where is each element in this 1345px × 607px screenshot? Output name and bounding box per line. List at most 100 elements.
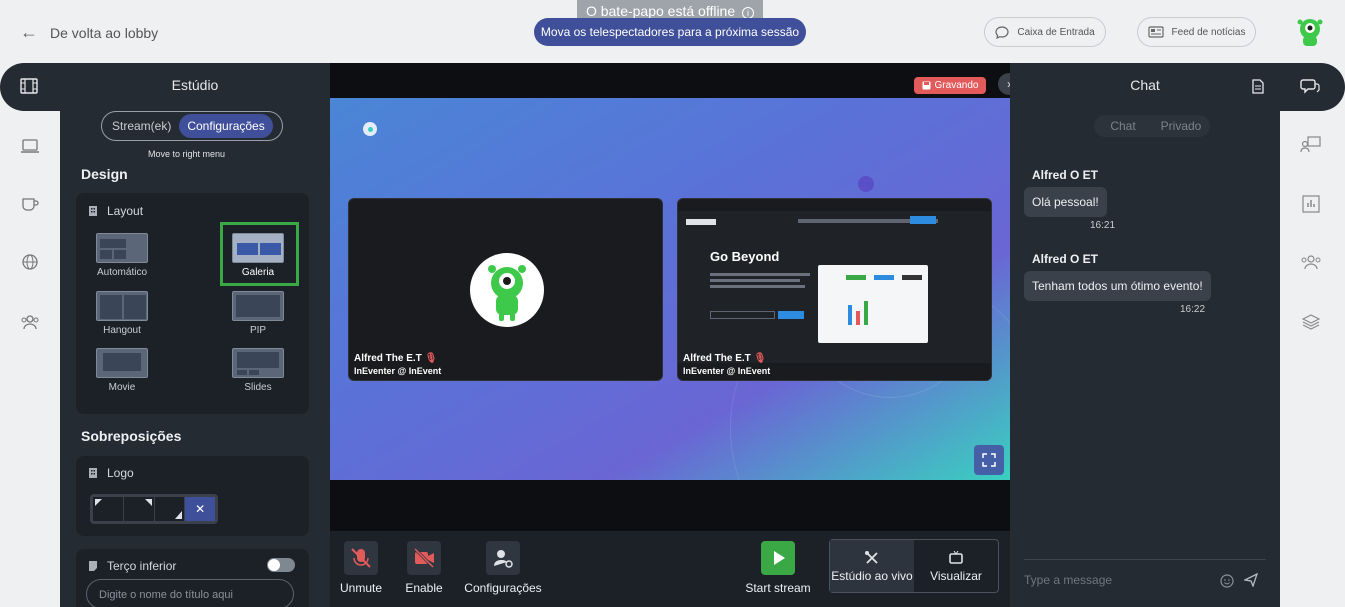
logo-none-button[interactable]: ✕ [185,497,215,521]
tab-settings[interactable]: Configurações [179,114,273,138]
chat-panel: Chat Privado Alfred O ET Olá pessoal! 16… [1010,111,1280,607]
layers-icon[interactable] [1302,313,1320,331]
news-label: Feed de notícias [1171,26,1246,38]
note-icon [89,561,97,571]
message-time: 16:21 [1090,220,1116,231]
tools-icon [865,551,878,564]
mic-muted-icon: 🎙 [424,353,438,364]
globe-icon[interactable] [20,253,40,271]
lower-third-title: Terço inferior [107,559,177,573]
participant-name: Alfred The E.T 🎙 [683,353,766,364]
send-icon[interactable] [1244,573,1258,587]
group-icon[interactable] [1300,253,1322,271]
participant-avatar [470,253,544,327]
move-to-right-menu-link[interactable]: Move to right menu [148,149,225,159]
participant-role: InEventer @ InEvent [354,366,442,376]
message-bubble: Tenham todos um ótimo evento! [1024,271,1211,301]
user-avatar[interactable] [1293,14,1327,48]
shared-screen-text [710,273,810,276]
layout-slides[interactable]: Slides [228,348,288,393]
building-icon [89,468,97,478]
building-icon [89,206,97,216]
preview-button[interactable]: Visualizar [914,540,998,592]
shared-screen-cta [910,216,936,224]
shared-screen-input [710,311,775,319]
chat-divider [1024,559,1266,560]
lower-third-toggle[interactable] [267,558,295,572]
chat-offline-banner: O bate-papo está offline i [577,0,763,20]
expand-icon [982,453,996,467]
settings-button[interactable]: Configurações [463,541,543,595]
message-bubble: Olá pessoal! [1024,187,1107,217]
layout-hangout-thumb [96,291,148,321]
enable-label: Enable [405,581,443,595]
back-to-lobby-link[interactable]: ← De volta ao lobby [20,22,158,43]
chat-message-input[interactable]: Type a message [1024,573,1112,587]
tab-chat[interactable]: Chat [1094,115,1152,137]
start-stream-button[interactable]: Start stream [744,541,812,595]
dash-bar [856,311,860,325]
layout-hangout-label: Hangout [103,325,141,336]
document-icon[interactable] [1252,79,1264,94]
inbox-button[interactable]: Caixa de Entrada [984,17,1106,47]
logo-bottom-right[interactable] [154,497,185,521]
presenter-icon[interactable] [1300,135,1322,153]
dash-card [846,275,866,280]
laptop-icon[interactable] [20,137,40,155]
move-viewers-button[interactable]: Mova os telespectadores para a próxima s… [534,18,806,46]
message-author: Alfred O ET [1032,168,1099,182]
preview-label: Visualizar [930,569,982,583]
users-icon[interactable] [20,313,40,331]
fullscreen-button[interactable] [974,445,1004,475]
offline-label: O bate-papo está offline [585,3,736,19]
corner-bottom-right-icon [175,511,183,519]
screen-share-tile[interactable]: Go Beyond Alfred The E.T 🎙 InEventer @ I… [677,198,992,381]
layout-pip-thumb [232,291,284,321]
news-feed-button[interactable]: Feed de notícias [1137,17,1256,47]
live-studio-label: Estúdio ao vivo [831,569,913,583]
recording-label: Gravando [934,80,979,91]
logo-position-grid: ✕ [90,494,218,524]
live-studio-button[interactable]: Estúdio ao vivo [830,540,914,592]
layout-pip[interactable]: PIP [228,291,288,336]
layout-title: Layout [107,204,144,218]
layout-slides-label: Slides [244,382,272,393]
tab-streams[interactable]: Stream(ek) [104,114,179,138]
logo-title: Logo [107,466,134,480]
layout-movie[interactable]: Movie [92,348,152,393]
layout-automatic-thumb [96,233,148,263]
unmute-button[interactable]: Unmute [340,541,382,595]
play-icon [761,541,795,575]
decor-dot [368,127,373,132]
lower-third-input[interactable]: Digite o nome do título aqui [86,579,294,607]
shared-screen-dashboard [818,265,928,343]
arrow-left-icon: ← [20,22,38,42]
coffee-cup-icon[interactable] [20,195,40,213]
shared-screen-button [778,311,804,319]
close-icon: ✕ [195,502,206,516]
mic-off-icon [344,541,378,575]
participant-name: Alfred The E.T 🎙 [354,353,437,364]
chat-header: Chat [1010,63,1345,111]
save-icon [922,81,931,90]
bar-chart-icon[interactable] [1302,195,1320,213]
chat-bubbles-icon[interactable] [1300,77,1320,95]
corner-top-left-icon [95,499,102,506]
studio-tab-switch: Stream(ek) Configurações [101,111,283,141]
inbox-label: Caixa de Entrada [1017,26,1095,38]
film-icon[interactable] [20,78,38,94]
studio-panel: Stream(ek) Configurações Move to right m… [60,111,330,607]
enable-camera-button[interactable]: Enable [404,541,444,595]
shared-screen-heading: Go Beyond [710,249,780,264]
logo-top-right[interactable] [123,497,154,521]
chat-bubble-icon [995,25,1009,39]
emoji-icon[interactable] [1220,574,1234,588]
tab-private[interactable]: Privado [1152,115,1210,137]
logo-top-left[interactable] [93,497,123,521]
layout-hangout[interactable]: Hangout [92,291,152,336]
layout-automatic[interactable]: Automático [92,233,152,278]
back-label: De volta ao lobby [50,24,159,41]
camera-off-icon [407,541,441,575]
participant-tile[interactable]: Alfred The E.T 🎙 InEventer @ InEvent [348,198,663,381]
layout-automatic-label: Automático [96,267,148,278]
